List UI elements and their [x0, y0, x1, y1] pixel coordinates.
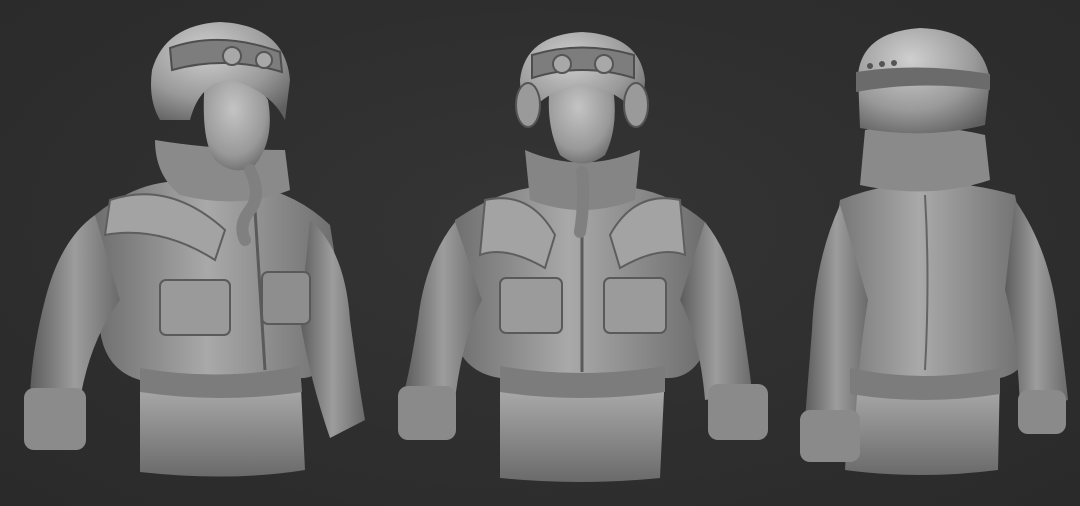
goggle-lens — [255, 51, 273, 69]
ear-cup — [515, 82, 541, 128]
pilot-bust-three-quarter — [24, 22, 365, 477]
chest-pocket — [499, 277, 563, 334]
helmet-rivet — [867, 63, 873, 69]
goggle-lens — [552, 54, 572, 74]
left-cuff — [24, 388, 86, 450]
helmet-rivet — [891, 60, 897, 66]
pilot-bust-back — [800, 28, 1068, 475]
oxygen-hose — [574, 166, 590, 238]
chest-pocket — [261, 271, 311, 325]
render-viewport — [0, 0, 1080, 506]
flight-collar — [860, 126, 990, 192]
chest-pocket — [159, 279, 231, 336]
right-cuff — [1018, 390, 1066, 434]
right-sleeve — [1005, 200, 1068, 410]
pilot-bust-front — [398, 32, 768, 482]
chest-pocket — [603, 277, 667, 334]
right-cuff — [708, 384, 768, 440]
left-cuff — [398, 386, 456, 440]
right-sleeve — [300, 220, 365, 438]
goggle-lens — [222, 46, 242, 66]
left-cuff — [800, 410, 860, 462]
sculpt-render — [24, 22, 1068, 482]
ear-cup — [623, 82, 649, 128]
helmet-rivet — [879, 61, 885, 67]
goggle-lens — [594, 54, 614, 74]
